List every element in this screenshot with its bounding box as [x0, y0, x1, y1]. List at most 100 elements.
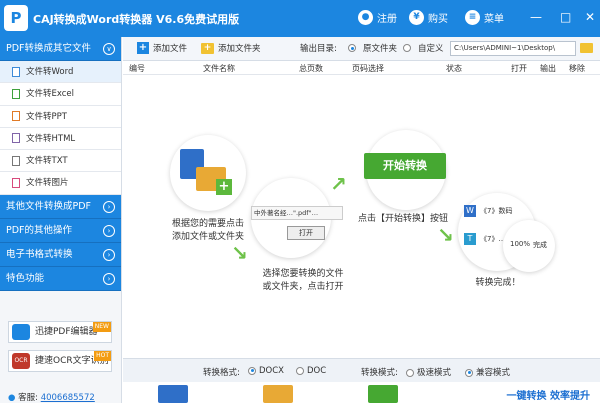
chevron-right-icon: ›: [103, 200, 115, 213]
format-label: 转换格式:: [203, 368, 240, 378]
convert-action-icon[interactable]: [368, 385, 398, 403]
result-item-1: 《7》数码: [480, 207, 513, 215]
promo-ocr[interactable]: OCR 捷速OCR文字识别 HOT: [8, 350, 112, 372]
support-label: 客服:: [18, 393, 38, 403]
plus-icon: +: [216, 179, 232, 195]
add-file-button[interactable]: + 添加文件: [137, 42, 187, 54]
txt-file-icon: [12, 155, 20, 166]
folder-format-icon[interactable]: [263, 385, 293, 403]
col-index: 编号: [129, 64, 145, 73]
sidebar-item-image[interactable]: 文件转图片: [0, 172, 121, 195]
arrow-down-right-icon: ↘: [437, 223, 454, 247]
radio-checked-icon: [465, 368, 473, 377]
excel-file-icon: [12, 88, 20, 99]
sidebar-section-label: 特色功能: [6, 272, 45, 284]
sidebar: PDF转换成其它文件 ∨ 文件转Word 文件转Excel 文件转PPT 文件转…: [0, 37, 122, 403]
sidebar-section-label: PDF的其他操作: [6, 224, 73, 236]
promo-pdf-editor[interactable]: 迅捷PDF编辑器 NEW: [8, 321, 112, 343]
html-file-icon: [12, 133, 20, 144]
plus-icon: +: [137, 42, 149, 54]
sidebar-item-label: 文件转TXT: [26, 156, 68, 167]
buy-button[interactable]: ¥ 购买: [409, 10, 448, 25]
sidebar-section-features[interactable]: 特色功能 ›: [0, 266, 121, 291]
step1-illustration: +: [170, 135, 246, 211]
col-open: 打开: [511, 64, 527, 73]
output-dir-label: 输出目录:: [300, 44, 337, 54]
restore-icon[interactable]: □: [560, 10, 571, 24]
step4-text: 转换完成！: [475, 278, 521, 288]
buy-label: 购买: [428, 14, 448, 25]
browse-folder-icon[interactable]: [580, 43, 593, 53]
sidebar-section-ebook[interactable]: 电子书格式转换 ›: [0, 242, 121, 267]
col-page-select: 页码选择: [352, 64, 384, 73]
close-icon[interactable]: ✕: [585, 10, 595, 24]
mode-fast-radio[interactable]: 极速模式: [406, 366, 451, 378]
add-folder-button[interactable]: + 添加文件夹: [201, 42, 261, 54]
col-filename: 文件名称: [203, 64, 235, 73]
sidebar-section-label: 其他文件转换成PDF: [6, 200, 92, 212]
result-item-2: 《7》…: [480, 235, 506, 243]
sidebar-item-html[interactable]: 文件转HTML: [0, 127, 121, 151]
chevron-right-icon: ›: [103, 248, 115, 261]
slogan-text: 一键转换 效率提升: [506, 391, 590, 402]
ocr-icon: OCR: [12, 353, 30, 369]
progress-done: 完成: [533, 241, 547, 249]
format-doc-radio[interactable]: DOC: [296, 366, 326, 376]
mode-label: 转换模式:: [361, 368, 398, 378]
output-path-field[interactable]: C:\Users\ADMINI~1\Desktop\: [450, 41, 576, 56]
step3-illustration: 开始转换: [364, 130, 446, 210]
sidebar-item-excel[interactable]: 文件转Excel: [0, 83, 121, 106]
convert-options-bar: 转换格式: DOCX DOC 转换模式: 极速模式 兼容模式: [123, 358, 600, 382]
col-status: 状态: [446, 64, 462, 73]
register-button[interactable]: ● 注册: [358, 10, 397, 25]
file-table-header: 编号 文件名称 总页数 页码选择 状态 打开 输出 移除: [123, 61, 600, 75]
menu-button[interactable]: ≡ 菜单: [465, 10, 504, 25]
radio-unchecked-icon: [403, 44, 411, 52]
add-folder-label: 添加文件夹: [218, 44, 261, 54]
progress-bubble: 100% 完成: [503, 220, 555, 272]
menu-icon: ≡: [465, 10, 480, 25]
start-convert-button-illustration: 开始转换: [364, 153, 446, 179]
radio-unchecked-icon: [406, 368, 414, 377]
guide-area: + 根据您的需要点击 添加文件或文件夹 ↘ 中外著名经…".pdf"… 打开 选…: [123, 75, 600, 358]
support-info: ● 客服: 4006685572: [8, 391, 95, 403]
chevron-right-icon: ›: [103, 272, 115, 285]
register-label: 注册: [377, 14, 397, 25]
word-icon: W: [464, 205, 476, 217]
col-pages: 总页数: [299, 64, 323, 73]
sidebar-section-pdf-ops[interactable]: PDF的其他操作 ›: [0, 218, 121, 243]
col-output: 输出: [540, 64, 556, 73]
radio-checked-icon: [248, 366, 256, 375]
support-qq-link[interactable]: 4006685572: [41, 393, 95, 403]
bottom-action-strip: 一键转换 效率提升: [123, 382, 600, 403]
step2-text: 选择您要转换的文件 或文件夹，点击打开: [262, 269, 344, 292]
add-file-label: 添加文件: [153, 44, 188, 54]
sidebar-section-pdf-to-other[interactable]: PDF转换成其它文件 ∨: [0, 37, 121, 61]
output-custom-radio[interactable]: 自定义: [403, 42, 444, 54]
toolbar: + 添加文件 + 添加文件夹 输出目录: 原文件夹 自定义 C:\Users\A…: [123, 37, 600, 61]
qq-icon: ●: [8, 393, 16, 403]
sidebar-item-txt[interactable]: 文件转TXT: [0, 150, 121, 173]
word-format-icon[interactable]: [158, 385, 188, 403]
menu-label: 菜单: [484, 14, 504, 25]
pdf-editor-icon: [12, 324, 30, 340]
progress-percent: 100%: [510, 240, 531, 248]
sidebar-item-ppt[interactable]: 文件转PPT: [0, 105, 121, 128]
sidebar-item-label: 文件转PPT: [26, 111, 67, 122]
format-docx-radio[interactable]: DOCX: [248, 366, 284, 376]
minimize-icon[interactable]: —: [530, 10, 542, 24]
ppt-file-icon: [12, 111, 20, 122]
sidebar-item-label: 文件转HTML: [26, 133, 76, 144]
app-logo-icon: P: [4, 5, 28, 31]
hot-badge: HOT: [94, 351, 111, 361]
sidebar-section-other-to-pdf[interactable]: 其他文件转换成PDF ›: [0, 194, 121, 219]
sidebar-section-label: PDF转换成其它文件: [6, 43, 92, 54]
chevron-down-icon: ∨: [103, 43, 115, 55]
radio-checked-icon: [348, 44, 356, 52]
sidebar-item-word[interactable]: 文件转Word: [0, 61, 121, 84]
image-file-icon: [12, 177, 20, 188]
output-original-radio[interactable]: 原文件夹: [348, 42, 397, 54]
mode-compat-radio[interactable]: 兼容模式: [465, 366, 510, 378]
file-dialog-filename: 中外著名经…".pdf"…: [251, 206, 343, 220]
sidebar-item-label: 文件转图片: [26, 178, 69, 189]
